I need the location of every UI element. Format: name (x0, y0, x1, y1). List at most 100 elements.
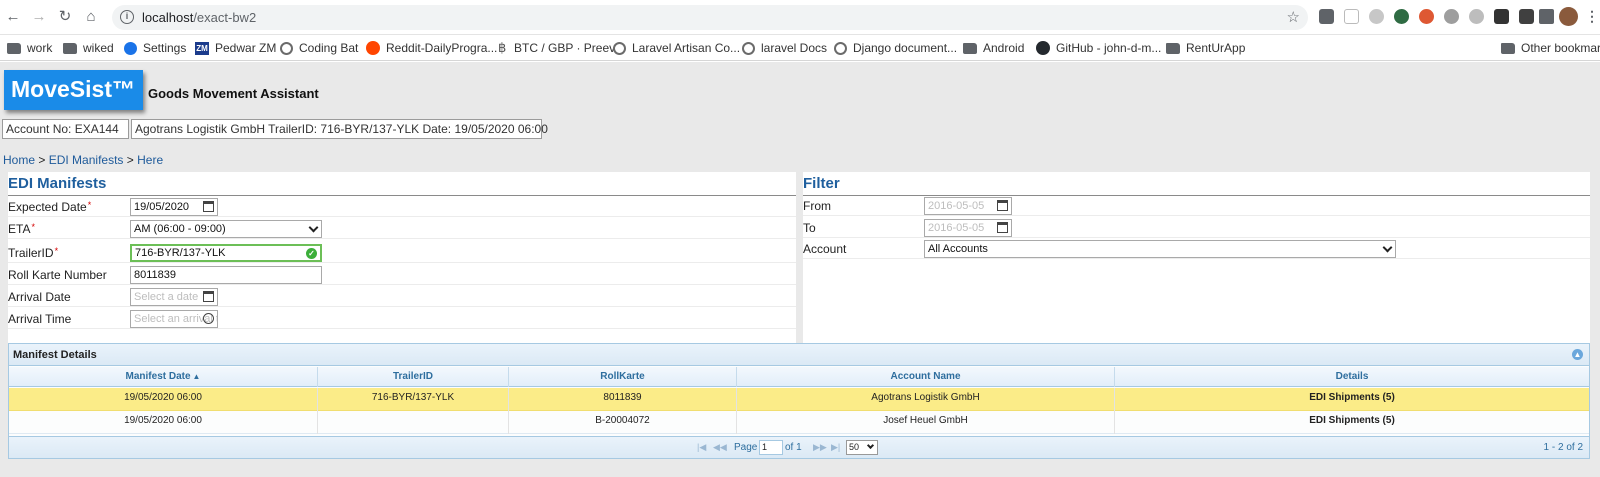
breadcrumb: Home > EDI Manifests > Here (3, 153, 164, 167)
expected-date-row: Expected Date* 19/05/2020 (8, 196, 796, 217)
filter-to-input[interactable]: 2016-05-05 (924, 219, 1012, 237)
collapse-icon[interactable]: ▲ (1572, 349, 1583, 360)
check-icon: ✓ (306, 248, 317, 259)
bookmark-django-docs[interactable]: Django document... (834, 39, 957, 57)
calendar-icon[interactable] (203, 291, 214, 302)
bookmarks-bar: work wiked Settings ZM Pedwar ZM Coding B… (0, 35, 1600, 61)
app-logo: MoveSist™ (4, 70, 143, 110)
filter-title: Filter (803, 175, 840, 192)
column-header-account-name[interactable]: Account Name (737, 367, 1115, 387)
filter-to-row: To 2016-05-05 (803, 217, 1590, 238)
rows-per-page-select[interactable]: 50 (846, 440, 878, 455)
profile-avatar[interactable] (1559, 7, 1578, 26)
sort-icon[interactable]: ▲ (193, 372, 201, 381)
home-icon[interactable]: ⌂ (82, 8, 100, 26)
calendar-icon[interactable] (997, 200, 1008, 211)
prev-page-icon[interactable]: ◀◀ (713, 442, 727, 453)
bookmark-star-icon[interactable]: ☆ (1287, 8, 1300, 26)
chevron-down-icon (1382, 242, 1393, 253)
bookmark-btc-gbp[interactable]: ฿ BTC / GBP · Preev (498, 39, 615, 57)
first-page-icon[interactable]: |◀ (697, 442, 706, 453)
filter-account-row: Account All Accounts (803, 238, 1590, 259)
filter-from-input[interactable]: 2016-05-05 (924, 197, 1012, 215)
back-icon[interactable]: ← (4, 8, 22, 26)
page-label: Page (734, 442, 758, 453)
eta-row: ETA* AM (06:00 - 09:00) (8, 218, 796, 239)
filter-account-select[interactable]: All Accounts (924, 240, 1396, 258)
breadcrumb-here[interactable]: Here (137, 153, 163, 167)
expected-date-input[interactable]: 19/05/2020 (130, 198, 218, 216)
column-header-manifest-date[interactable]: Manifest Date ▲ (9, 367, 318, 387)
bookmark-laravel-artisan[interactable]: Laravel Artisan Co... (613, 39, 740, 57)
extension-gear-icon[interactable] (1444, 9, 1459, 24)
extension-compass-icon[interactable] (1469, 9, 1484, 24)
required-marker: * (54, 246, 59, 256)
forward-icon[interactable]: → (30, 8, 48, 26)
zm-logo-icon: ZM (195, 41, 209, 55)
folder-icon (1501, 42, 1515, 54)
bookmark-github[interactable]: GitHub - john-d-m... (1036, 39, 1161, 57)
eta-select[interactable]: AM (06:00 - 09:00) (130, 220, 322, 238)
globe-icon (613, 41, 626, 55)
bitcoin-icon: ฿ (498, 40, 507, 55)
extension-chart-icon[interactable] (1519, 9, 1534, 24)
chevron-down-icon (308, 222, 319, 233)
extension-shield-icon[interactable] (1319, 9, 1334, 24)
app-tagline: Goods Movement Assistant (148, 86, 319, 101)
breadcrumb-home[interactable]: Home (3, 153, 35, 167)
arrival-time-input[interactable]: Select an arrival time (130, 310, 218, 328)
address-bar[interactable]: i localhost/exact-bw2 ☆ (112, 5, 1308, 30)
extension-grid-icon[interactable] (1344, 9, 1359, 24)
reload-icon[interactable]: ↻ (56, 8, 74, 26)
chevron-down-icon (866, 441, 875, 450)
grid-caption: Manifest Details ▲ (9, 344, 1589, 366)
browser-toolbar: ← → ↻ ⌂ i localhost/exact-bw2 ☆ ⋮ (0, 0, 1600, 35)
roll-karte-row: Roll Karte Number 8011839 (8, 264, 796, 285)
bookmark-pedwar-zm[interactable]: ZM Pedwar ZM (195, 39, 276, 57)
page-input[interactable]: 1 (759, 440, 783, 455)
bookmark-coding-bat[interactable]: Coding Bat (280, 39, 358, 57)
globe-icon (834, 41, 847, 55)
required-marker: * (31, 222, 35, 232)
roll-karte-input[interactable]: 8011839 (130, 266, 322, 284)
manifest-summary-box: Agotrans Logistik GmbH TrailerID: 716-BY… (131, 119, 548, 139)
clock-icon[interactable] (203, 313, 214, 324)
last-page-icon[interactable]: ▶| (831, 442, 840, 453)
next-page-icon[interactable]: ▶▶ (813, 442, 827, 453)
extension-star-icon[interactable] (1369, 9, 1384, 24)
arrival-time-row: Arrival Time Select an arrival time (8, 308, 796, 329)
table-row[interactable]: 19/05/2020 06:00 716-BYR/137-YLK 8011839… (9, 388, 1589, 411)
extensions-puzzle-icon[interactable] (1539, 9, 1554, 24)
trailer-id-input[interactable]: 716-BYR/137-YLK ✓ (130, 244, 322, 262)
reddit-icon (366, 41, 380, 55)
url-text[interactable]: localhost/exact-bw2 (142, 10, 256, 25)
required-marker: * (87, 200, 92, 210)
bookmark-settings[interactable]: Settings (124, 39, 186, 57)
column-header-rollkarte[interactable]: RollKarte (509, 367, 737, 387)
bookmark-android[interactable]: Android (963, 39, 1024, 57)
manifest-details-grid: Manifest Details ▲ Manifest Date ▲ Traile… (8, 343, 1590, 459)
edi-shipments-link[interactable]: EDI Shipments (5) (1115, 411, 1589, 434)
bookmark-renturapp[interactable]: RentUrApp (1166, 39, 1245, 57)
bookmark-other[interactable]: Other bookmarks (1501, 39, 1600, 57)
column-header-details[interactable]: Details (1115, 367, 1589, 387)
account-number-box: Account No: EXA144 (2, 119, 129, 139)
extension-duck-icon[interactable] (1419, 9, 1434, 24)
breadcrumb-edi-manifests[interactable]: EDI Manifests (49, 153, 124, 167)
browser-menu-icon[interactable]: ⋮ (1585, 8, 1599, 24)
bookmark-laravel-docs[interactable]: laravel Docs (742, 39, 827, 57)
site-info-icon[interactable]: i (120, 10, 134, 24)
arrival-date-input[interactable]: Select a date (130, 288, 218, 306)
extension-film-icon[interactable] (1494, 9, 1509, 24)
edi-shipments-link[interactable]: EDI Shipments (5) (1115, 388, 1589, 411)
extension-globe-icon[interactable] (1394, 9, 1409, 24)
calendar-icon[interactable] (203, 201, 214, 212)
bookmark-work[interactable]: work (7, 39, 52, 57)
calendar-icon[interactable] (997, 222, 1008, 233)
table-row[interactable]: 19/05/2020 06:00 B-20004072 Josef Heuel … (9, 411, 1589, 434)
column-header-trailer-id[interactable]: TrailerID (318, 367, 509, 387)
bookmark-reddit[interactable]: Reddit-DailyProgra... (366, 39, 497, 57)
edi-manifests-title: EDI Manifests (8, 175, 107, 192)
bookmark-wiked[interactable]: wiked (63, 39, 114, 57)
globe-icon (280, 41, 293, 55)
